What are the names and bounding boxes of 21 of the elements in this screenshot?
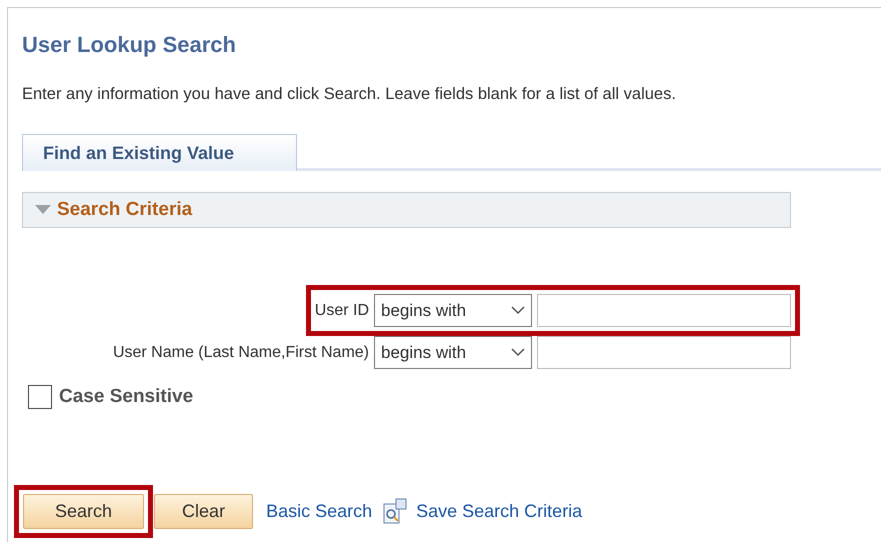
field-label: User Name (Last Name,First Name) [112, 344, 369, 362]
search-button[interactable]: Search [23, 494, 144, 529]
page-title: User Lookup Search [22, 32, 237, 59]
operator-dropdown[interactable]: begins with [374, 336, 532, 369]
link[interactable]: Save Search Criteria [416, 501, 582, 522]
field-label: User ID [314, 302, 369, 320]
clear-button[interactable]: Clear [154, 494, 254, 529]
instructions-text: Enter any information you have and click Search. Leave fields blank for a list of all values. [22, 85, 677, 104]
section-title: Search Criteria [57, 199, 192, 221]
input-field[interactable] [537, 336, 791, 369]
document-magnifier-icon[interactable] [382, 498, 408, 526]
checkbox[interactable] [28, 385, 52, 409]
link[interactable]: Basic Search [266, 501, 372, 522]
checkbox-label: Case Sensitive [59, 386, 194, 408]
operator-dropdown[interactable]: begins with [374, 294, 532, 327]
section-header[interactable]: Search Criteria [22, 192, 791, 228]
chevron-down-icon [511, 306, 525, 315]
collapse-triangle-icon[interactable] [35, 205, 51, 215]
input-field[interactable] [537, 294, 791, 327]
chevron-down-icon [511, 348, 525, 357]
tab[interactable]: Find an Existing Value [22, 134, 297, 171]
